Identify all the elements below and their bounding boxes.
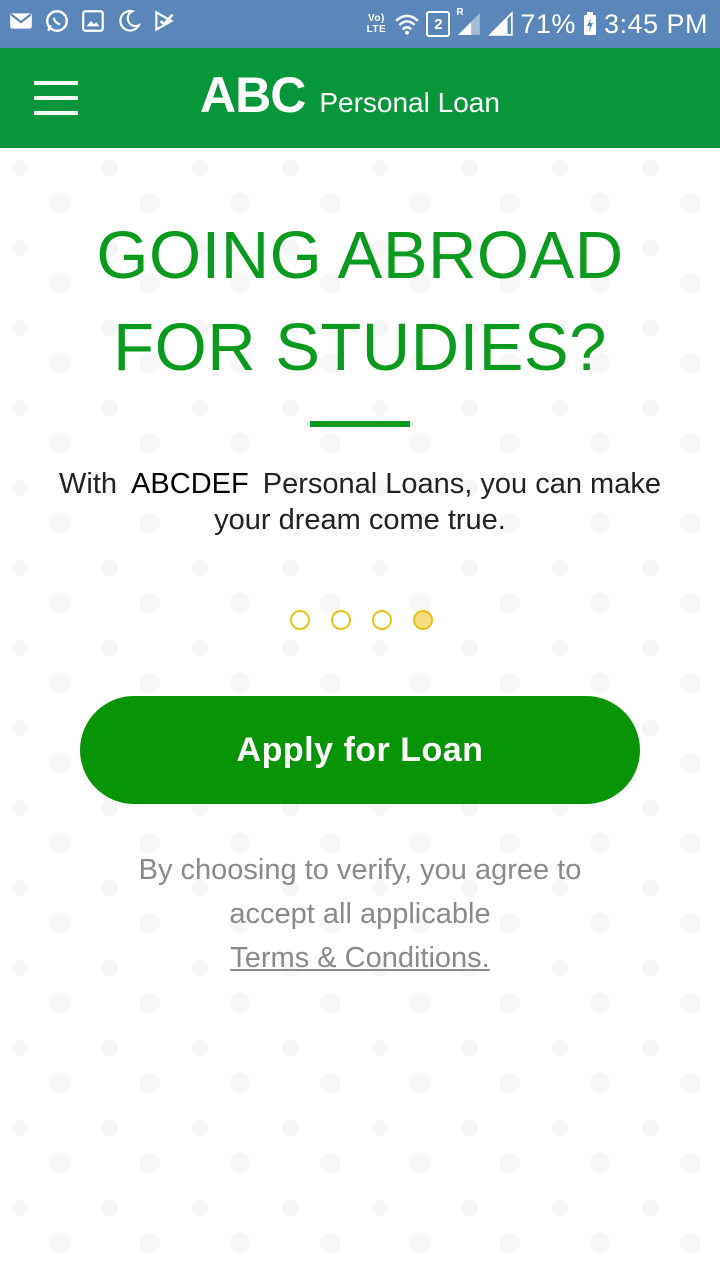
brand: ABC Personal Loan [200, 66, 500, 124]
carousel-indicator [290, 610, 433, 630]
divider [310, 421, 410, 427]
roaming-label: R [456, 7, 464, 18]
battery-percent: 71% [520, 8, 576, 39]
disclaimer-line-1: By choosing to verify, you agree to [138, 854, 582, 886]
clock: 3:45 PM [603, 8, 708, 39]
status-bar: Vo) LTE 2 R 71% 3:45 PM [0, 0, 720, 48]
brand-subtitle: Personal Loan [319, 87, 500, 118]
mail-icon [8, 8, 34, 34]
wifi-icon [394, 11, 420, 37]
volte-label: Vo) LTE [366, 13, 387, 35]
headline-line-2: FOR STUDIES? [113, 310, 607, 385]
moon-icon [116, 8, 142, 34]
main-content: GOING ABROAD FOR STUDIES? With ABCDEF Pe… [0, 148, 720, 1280]
tagline-suffix: Personal Loans, you can make your dream … [214, 468, 661, 536]
tagline: With ABCDEF Personal Loans, you can make… [40, 466, 680, 538]
headline-line-1: GOING ABROAD [96, 218, 624, 293]
terms-disclaimer: By choosing to verify, you agree to acce… [80, 848, 640, 980]
sim-badge: 2 [426, 11, 451, 37]
tagline-prefix: With [59, 468, 118, 500]
check-icon [152, 8, 178, 34]
brand-logo: ABC [200, 67, 306, 123]
signal-roaming-icon: R [456, 7, 482, 37]
signal-icon [488, 11, 514, 37]
carousel-dot[interactable] [413, 610, 433, 630]
tagline-brand: ABCDEF [131, 468, 249, 500]
gallery-icon [80, 8, 106, 34]
carousel-dot[interactable] [290, 610, 310, 630]
battery-charging-icon [582, 11, 598, 37]
hamburger-menu-icon[interactable] [34, 81, 78, 115]
apply-for-loan-button[interactable]: Apply for Loan [80, 696, 640, 804]
page-title: GOING ABROAD FOR STUDIES? [0, 210, 720, 394]
carousel-dot[interactable] [372, 610, 392, 630]
carousel-dot[interactable] [331, 610, 351, 630]
disclaimer-line-2: accept all applicable [229, 898, 491, 930]
system-status: Vo) LTE 2 R 71% 3:45 PM [364, 4, 708, 44]
whatsapp-icon [44, 8, 70, 34]
terms-and-conditions-link[interactable]: Terms & Conditions. [230, 942, 490, 974]
notification-icons [8, 8, 178, 34]
app-bar: ABC Personal Loan [0, 48, 720, 148]
